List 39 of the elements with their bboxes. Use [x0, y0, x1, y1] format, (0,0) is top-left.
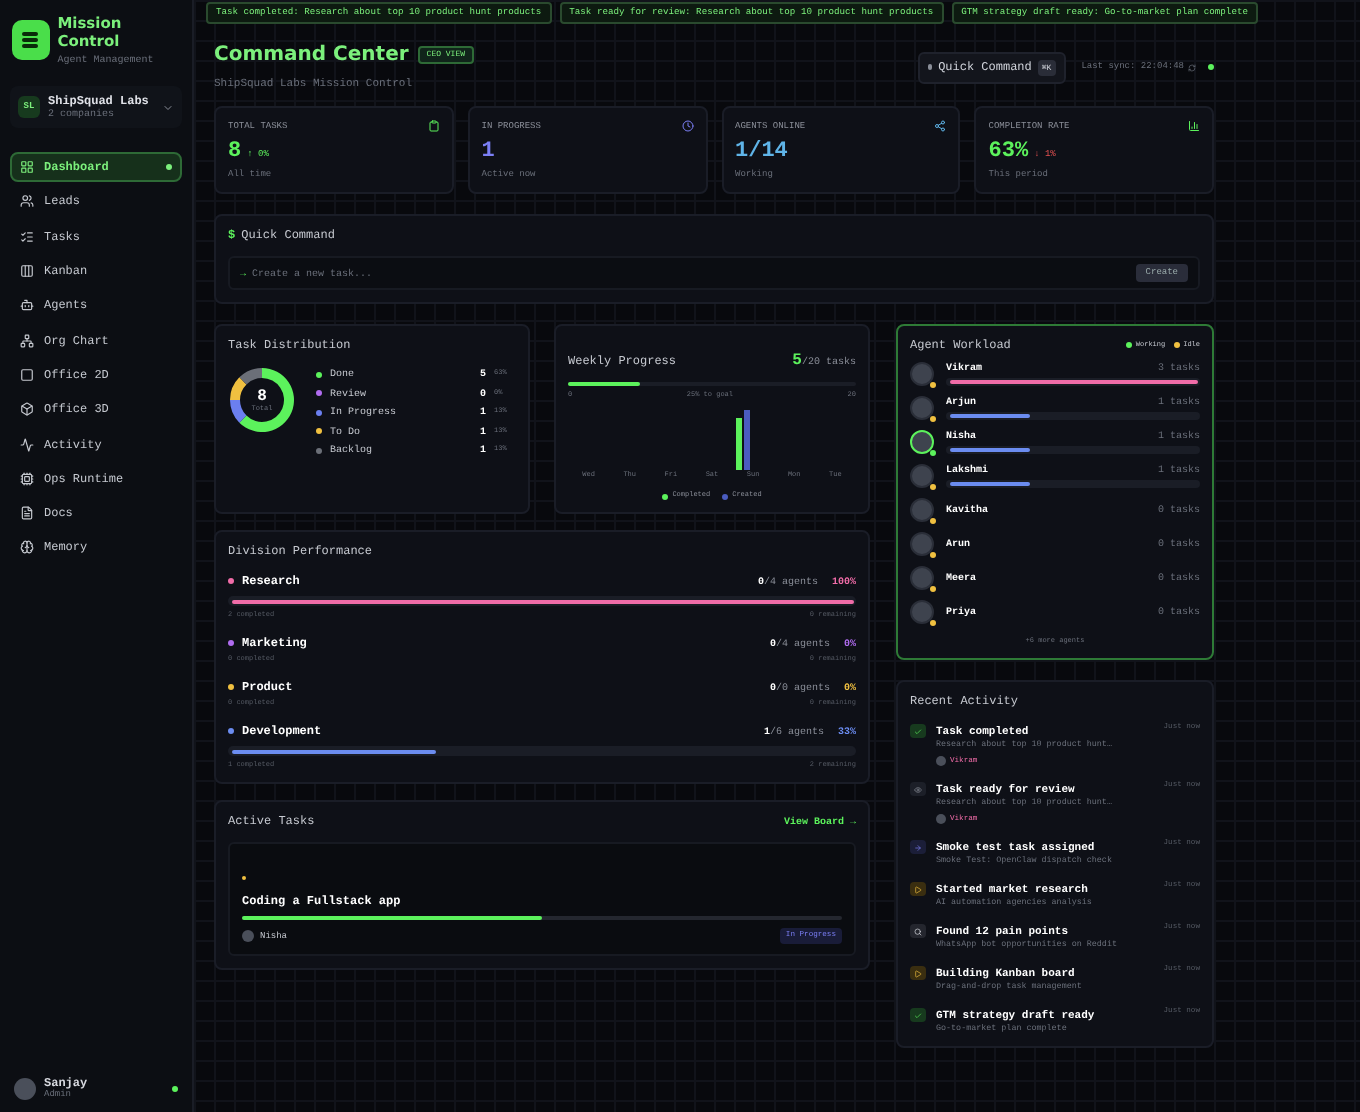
donut-total: 8 [257, 387, 267, 405]
page-title: Command Center [214, 44, 409, 66]
agent-avatar [910, 532, 934, 556]
stat-value: 1/14 [735, 140, 788, 164]
chevron-down-icon [162, 101, 174, 113]
refresh-icon [1188, 63, 1196, 71]
stat-icon [427, 120, 440, 132]
nav-icon [20, 194, 34, 209]
nav-icon [20, 471, 34, 486]
nav-icon [20, 367, 34, 382]
agent-avatar [910, 396, 934, 420]
nav-icon [20, 402, 34, 417]
nav-icon [20, 229, 34, 244]
online-dot [172, 1085, 178, 1091]
assignee-avatar [242, 930, 254, 942]
sync-dot [1208, 64, 1214, 70]
stat-value: 8 [228, 140, 242, 164]
agent-avatar [910, 464, 934, 488]
nav-icon [20, 160, 34, 175]
agent-avatar [910, 600, 934, 624]
agent-avatar [910, 430, 934, 454]
user-avatar [14, 1077, 36, 1099]
agent-avatar [910, 566, 934, 590]
stat-icon [934, 120, 947, 132]
nav-icon [20, 333, 34, 348]
agent-avatar [910, 362, 934, 386]
stat-value: 63% [988, 140, 1029, 164]
stat-icon [1188, 120, 1200, 132]
stat-icon [681, 120, 693, 132]
nav-icon [20, 506, 34, 521]
weekly-done: 5 [792, 352, 802, 370]
nav-icon [20, 437, 34, 452]
nav-icon [20, 540, 34, 555]
nav-icon [20, 298, 34, 313]
logo-icon [12, 20, 50, 60]
agent-avatar [910, 498, 934, 522]
nav-icon [20, 264, 34, 279]
weekly-bars-drawing [736, 410, 750, 470]
stat-value: 1 [481, 140, 495, 164]
